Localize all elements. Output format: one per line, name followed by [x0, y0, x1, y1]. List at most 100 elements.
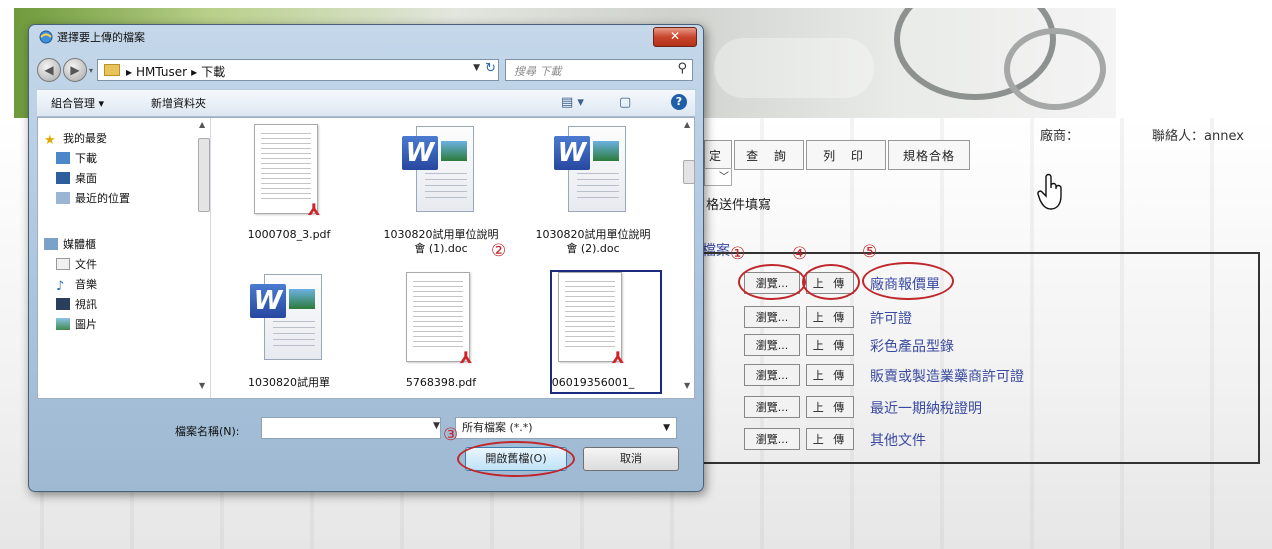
pdf-thumbnail: ⅄ [406, 272, 472, 367]
scroll-up-icon[interactable]: ▲ [199, 120, 205, 129]
forward-icon[interactable]: ▶ [63, 58, 87, 82]
upload-button[interactable]: 上 傳 [806, 364, 854, 386]
refresh-icon[interactable]: ↻ [485, 61, 496, 76]
toolbar-button-print[interactable]: 列 印 [806, 140, 886, 170]
back-icon[interactable]: ◀ [37, 58, 61, 82]
document-link[interactable]: 最近一期納稅證明 [870, 398, 982, 418]
hand-cursor-icon [1037, 173, 1062, 210]
documents-icon [56, 258, 70, 270]
nav-label: 最近的位置 [75, 192, 130, 205]
nav-scrollbar[interactable]: ▲ ▼ [196, 120, 210, 390]
search-input[interactable]: 搜尋 下載 ⚲ [505, 59, 693, 81]
vendor-label: 廠商： [1040, 129, 1080, 144]
nav-music[interactable]: ♪ 音樂 [56, 276, 97, 294]
filter-select[interactable]: ﹀ [704, 168, 732, 186]
highlight-circle-open [457, 441, 575, 477]
cancel-button[interactable]: 取消 [583, 447, 679, 471]
downloads-icon [56, 152, 70, 164]
file-item[interactable]: W 1030820試用單位說明會 (1).doc [382, 120, 500, 260]
scroll-up-icon[interactable]: ▲ [684, 120, 690, 129]
file-item[interactable]: W 1030820試用單 [230, 268, 348, 398]
browse-button[interactable]: 瀏覽... [744, 364, 800, 386]
new-folder-button[interactable]: 新增資料夾 [151, 95, 206, 111]
filename-label: 檔案名稱(N): [175, 425, 240, 438]
nav-label: 文件 [75, 258, 97, 271]
browse-button[interactable]: 瀏覽... [744, 428, 800, 450]
toolbar-button-query[interactable]: 查 詢 [734, 140, 804, 170]
address-bar[interactable]: ▸ HMTuser ▸ 下載 ▼ ↻ [97, 59, 499, 81]
view-options-icon[interactable]: ▤ ▾ [561, 95, 584, 110]
file-item[interactable]: ⅄ 1000708_3.pdf [230, 120, 348, 260]
nav-label: 我的最愛 [63, 132, 107, 145]
document-link[interactable]: 彩色產品型錄 [870, 336, 954, 356]
pdf-icon: ⅄ [459, 348, 473, 367]
navigation-bar: ◀ ▶ ▾ ▸ HMTuser ▸ 下載 ▼ ↻ 搜尋 下載 ⚲ [37, 55, 695, 85]
pictures-icon [56, 318, 70, 330]
upload-button[interactable]: 上 傳 [806, 306, 854, 328]
filename-input[interactable] [261, 417, 441, 439]
browse-button[interactable]: 瀏覽... [744, 396, 800, 418]
scroll-thumb[interactable] [683, 160, 695, 184]
browse-button[interactable]: 瀏覽... [744, 334, 800, 356]
search-icon[interactable]: ⚲ [677, 61, 687, 76]
nav-label: 音樂 [75, 278, 97, 291]
nav-recent[interactable]: 最近的位置 [56, 190, 130, 206]
step-mark-3: ③ [443, 425, 459, 445]
upload-button[interactable]: 上 傳 [806, 334, 854, 356]
document-link[interactable]: 販賣或製造業藥商許可證 [870, 366, 1024, 386]
dialog-title: 選擇要上傳的檔案 [57, 31, 145, 44]
document-link[interactable]: 其他文件 [870, 430, 926, 450]
organize-menu[interactable]: 組合管理 ▾ [51, 95, 104, 111]
navigation-pane: ★ 我的最愛 下載 桌面 最近的位置 媒體櫃 文件 ♪ 音樂 視訊 圖片 ▲ ▼ [38, 118, 211, 398]
file-list: ⅄ 1000708_3.pdf W 1030820試用單位說明會 (1).doc… [212, 118, 678, 398]
preview-pane-icon[interactable]: ▢ [619, 95, 631, 110]
breadcrumb: ▸ HMTuser ▸ 下載 [126, 63, 229, 80]
nav-documents[interactable]: 文件 [56, 256, 97, 272]
scroll-down-icon[interactable]: ▼ [199, 381, 205, 390]
nav-label: 下載 [75, 152, 97, 165]
toolbar-button-spec-pass[interactable]: 規格合格 [888, 140, 970, 170]
scroll-thumb[interactable] [198, 138, 210, 212]
file-item[interactable]: ⅄ 5768398.pdf [382, 268, 500, 398]
file-name: 1030820試用單 [248, 376, 330, 389]
filename-dropdown-icon[interactable]: ▼ [433, 421, 440, 431]
step-mark-5: ⑤ [862, 242, 878, 262]
close-button[interactable]: ✕ [653, 27, 697, 47]
breadcrumb-downloads[interactable]: 下載 [201, 65, 225, 79]
stethoscope-image-ring [1004, 28, 1106, 110]
help-icon[interactable]: ? [671, 94, 687, 110]
word-doc-icon: W [402, 126, 474, 212]
fill-form-label: 格送件填寫 [706, 198, 772, 213]
nav-favorites[interactable]: ★ 我的最愛 [44, 130, 107, 148]
scroll-down-icon[interactable]: ▼ [684, 381, 690, 390]
filetype-value: 所有檔案 (*.*) [462, 421, 533, 434]
highlight-circle-quote [862, 262, 954, 300]
nav-desktop[interactable]: 桌面 [56, 170, 97, 186]
word-doc-icon: W [554, 126, 626, 212]
filetype-select[interactable]: 所有檔案 (*.*) ▼ [455, 417, 677, 439]
breadcrumb-hmtuser[interactable]: HMTuser [136, 65, 187, 79]
upload-button[interactable]: 上 傳 [806, 428, 854, 450]
toolbar-button-confirm[interactable]: 定 [704, 140, 732, 170]
address-dropdown-icon[interactable]: ▼ [473, 63, 480, 73]
word-doc-icon: W [250, 274, 322, 360]
file-list-scrollbar[interactable]: ▲ ▼ [682, 120, 695, 390]
file-name: 1000708_3.pdf [247, 228, 331, 241]
step-mark-2: ② [491, 241, 507, 261]
document-link[interactable]: 許可證 [870, 308, 912, 328]
nav-downloads[interactable]: 下載 [56, 150, 97, 166]
dialog-titlebar[interactable]: 選擇要上傳的檔案 ✕ [29, 25, 703, 49]
file-name: 1030820試用單位說明會 (2).doc [535, 228, 651, 255]
search-placeholder: 搜尋 下載 [514, 65, 562, 78]
nav-libraries[interactable]: 媒體櫃 [44, 236, 96, 252]
libraries-icon [44, 238, 58, 250]
folder-icon [104, 64, 120, 76]
star-icon: ★ [44, 133, 56, 148]
pdf-thumbnail: ⅄ [254, 124, 320, 219]
upload-button[interactable]: 上 傳 [806, 396, 854, 418]
recent-pages-dropdown-icon[interactable]: ▾ [89, 66, 93, 75]
nav-videos[interactable]: 視訊 [56, 296, 97, 312]
file-item[interactable]: W 1030820試用單位說明會 (2).doc [534, 120, 652, 260]
nav-pictures[interactable]: 圖片 [56, 316, 97, 332]
browse-button[interactable]: 瀏覽... [744, 306, 800, 328]
